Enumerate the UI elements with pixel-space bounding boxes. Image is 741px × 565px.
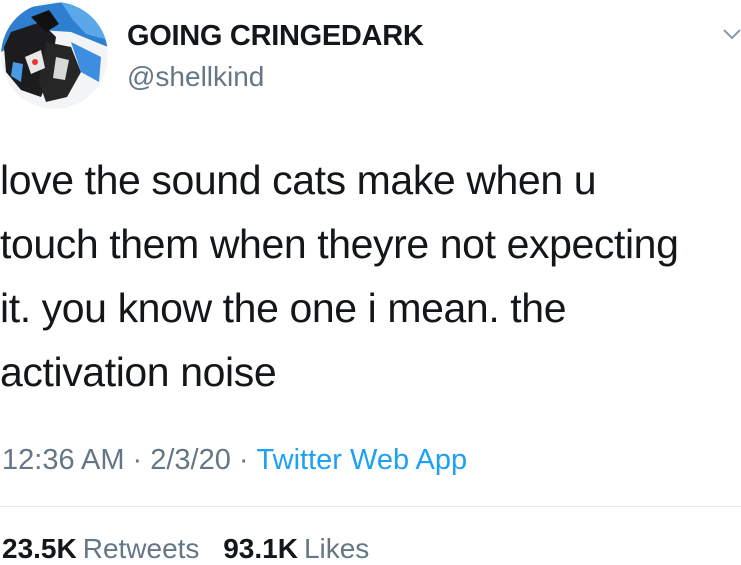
retweets-stat[interactable]: 23.5K Retweets [2, 533, 199, 564]
tweet-text-line: touch them when theyre not expecting [0, 221, 679, 267]
separator: · [132, 444, 143, 476]
tweet-card: GOING CRINGEDARK @shellkind love the sou… [0, 0, 741, 564]
avatar[interactable] [1, 2, 108, 109]
likes-label: Likes [303, 533, 370, 564]
tweet-metadata: 12:36 AM · 2/3/20 · Twitter Web App [2, 444, 467, 477]
retweets-label: Retweets [82, 533, 200, 564]
retweets-count: 23.5K [2, 533, 77, 564]
avatar-image [1, 2, 108, 109]
display-name[interactable]: GOING CRINGEDARK [127, 20, 424, 53]
tweet-text-line: love the sound cats make when u [0, 157, 597, 203]
tweet-text-line: activation noise [0, 349, 277, 395]
likes-count: 93.1K [223, 533, 298, 564]
tweet-source-link[interactable]: Twitter Web App [257, 444, 468, 476]
user-handle[interactable]: @shellkind [127, 61, 264, 93]
tweet-date[interactable]: 2/3/20 [150, 444, 231, 476]
likes-stat[interactable]: 93.1K Likes [223, 533, 369, 564]
tweet-text-line: it. you know the one i mean. the [0, 285, 567, 331]
divider [0, 506, 741, 507]
engagement-stats: 23.5K Retweets 93.1K Likes [2, 533, 385, 565]
tweet-text: love the sound cats make when u touch th… [0, 148, 741, 404]
chevron-down-icon[interactable] [722, 27, 741, 41]
separator: · [238, 444, 249, 476]
tweet-time[interactable]: 12:36 AM [2, 444, 125, 476]
